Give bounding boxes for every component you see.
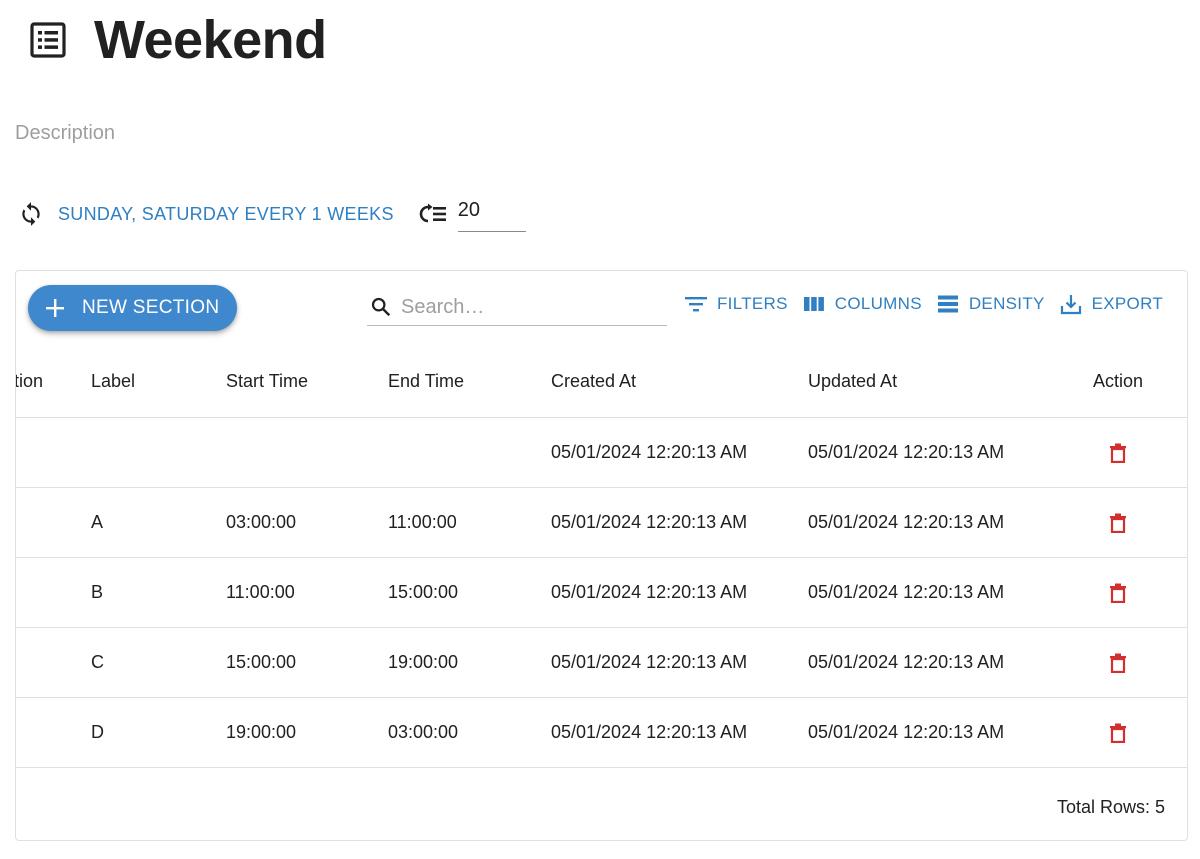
filter-list-icon — [684, 292, 708, 316]
search-input[interactable] — [401, 295, 651, 319]
filters-button[interactable]: FILTERS — [684, 292, 788, 316]
cell-start-time: 11:00:00 — [226, 582, 295, 602]
delete-button[interactable] — [1109, 488, 1129, 557]
page-title: Weekend — [94, 10, 327, 70]
list-alt-icon — [30, 22, 66, 58]
table-row[interactable]: D 19:00:00 03:00:00 05/01/2024 12:20:13 … — [16, 698, 1187, 768]
view-column-icon — [802, 292, 826, 316]
columns-label: COLUMNS — [834, 294, 922, 313]
density-button[interactable]: DENSITY — [936, 292, 1045, 316]
data-table: ption Label Start Time End Time Created … — [16, 346, 1187, 768]
trash-icon — [1110, 723, 1126, 743]
occurrence-count-input[interactable] — [457, 196, 526, 232]
table-row[interactable]: C 15:00:00 19:00:00 05/01/2024 12:20:13 … — [16, 628, 1187, 698]
cell-end-time: 11:00:00 — [388, 512, 457, 532]
cell-created-at: 05/01/2024 12:20:13 AM — [551, 652, 748, 672]
delete-button[interactable] — [1109, 698, 1129, 767]
export-label: EXPORT — [1091, 294, 1164, 313]
column-header-action: Action — [1093, 371, 1144, 391]
description-field[interactable]: Description — [15, 122, 115, 145]
trash-icon — [1110, 583, 1126, 603]
cell-label: A — [91, 512, 104, 532]
cell-created-at: 05/01/2024 12:20:13 AM — [551, 582, 748, 602]
cell-updated-at: 05/01/2024 12:20:13 AM — [808, 442, 1005, 462]
trash-icon — [1110, 513, 1126, 533]
table-row[interactable]: 05/01/2024 12:20:13 AM 05/01/2024 12:20:… — [16, 418, 1187, 488]
recurrence-link[interactable]: SUNDAY, SATURDAY EVERY 1 WEEKS — [58, 204, 394, 225]
total-rows-count: Total Rows: 5 — [1056, 797, 1165, 817]
cell-label: B — [91, 582, 104, 602]
delete-button[interactable] — [1109, 418, 1129, 487]
column-header-created-at[interactable]: Created At — [551, 346, 636, 417]
cell-updated-at: 05/01/2024 12:20:13 AM — [808, 512, 1005, 532]
export-button[interactable]: EXPORT — [1059, 292, 1163, 316]
schedule-row: SUNDAY, SATURDAY EVERY 1 WEEKS — [18, 196, 526, 232]
table-header-row: ption Label Start Time End Time Created … — [16, 346, 1187, 418]
download-icon — [1059, 292, 1083, 316]
cell-created-at: 05/01/2024 12:20:13 AM — [551, 442, 748, 462]
cell-updated-at: 05/01/2024 12:20:13 AM — [808, 582, 1005, 602]
search-box — [367, 289, 667, 326]
filters-label: FILTERS — [717, 294, 788, 313]
cell-updated-at: 05/01/2024 12:20:13 AM — [808, 722, 1005, 742]
sync-icon — [18, 201, 44, 227]
cell-end-time: 19:00:00 — [388, 652, 459, 672]
delete-button[interactable] — [1109, 558, 1129, 627]
density-label: DENSITY — [968, 294, 1045, 313]
cell-label: D — [91, 722, 104, 742]
cell-end-time: 15:00:00 — [388, 582, 459, 602]
trash-icon — [1110, 443, 1126, 463]
page-header: Weekend — [30, 10, 327, 70]
column-header-start-time[interactable]: Start Time — [226, 346, 308, 417]
cell-end-time: 03:00:00 — [388, 722, 459, 742]
plus-icon — [44, 297, 66, 319]
column-header-label[interactable]: Label — [91, 346, 135, 417]
cell-created-at: 05/01/2024 12:20:13 AM — [551, 512, 748, 532]
cell-label: C — [91, 652, 104, 672]
cell-created-at: 05/01/2024 12:20:13 AM — [551, 722, 748, 742]
table-row[interactable]: B 11:00:00 15:00:00 05/01/2024 12:20:13 … — [16, 558, 1187, 628]
column-header-updated-at[interactable]: Updated At — [808, 346, 897, 417]
format-list-numbered-icon — [418, 201, 448, 227]
search-icon — [369, 295, 393, 319]
density-icon — [936, 292, 960, 316]
column-header-end-time[interactable]: End Time — [388, 346, 464, 417]
grid-toolbar: FILTERS COLUMNS DENSITY EXPORT — [684, 289, 1163, 319]
cell-start-time: 19:00:00 — [226, 722, 297, 742]
cell-updated-at: 05/01/2024 12:20:13 AM — [808, 652, 1005, 672]
delete-button[interactable] — [1109, 628, 1129, 697]
column-header-description[interactable]: ption — [16, 346, 43, 417]
new-section-label: NEW SECTION — [82, 297, 220, 318]
sections-grid: NEW SECTION FILTERS — [15, 270, 1188, 841]
columns-button[interactable]: COLUMNS — [802, 292, 922, 316]
cell-start-time: 03:00:00 — [226, 512, 297, 532]
trash-icon — [1110, 653, 1126, 673]
new-section-button[interactable]: NEW SECTION — [28, 285, 237, 331]
table-row[interactable]: A 03:00:00 11:00:00 05/01/2024 12:20:13 … — [16, 488, 1187, 558]
cell-start-time: 15:00:00 — [226, 652, 297, 672]
